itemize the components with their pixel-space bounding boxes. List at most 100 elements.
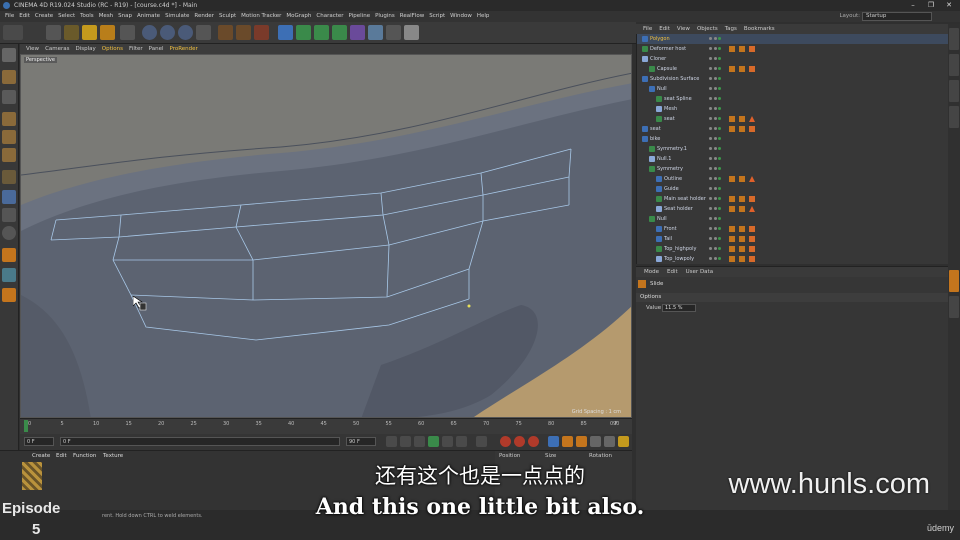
menu-animate[interactable]: Animate <box>137 11 160 22</box>
menu-mesh[interactable]: Mesh <box>99 11 113 22</box>
visibility-flags-icon[interactable] <box>709 156 721 162</box>
tag-icon[interactable] <box>749 256 755 262</box>
tag-icon[interactable] <box>739 206 745 212</box>
rotate-icon[interactable] <box>100 25 115 40</box>
visibility-flags-icon[interactable] <box>709 246 721 252</box>
minimize-icon[interactable]: – <box>904 0 922 11</box>
visibility-flags-icon[interactable] <box>709 116 721 122</box>
object-row[interactable]: Capsule <box>637 64 948 74</box>
menu-character[interactable]: Character <box>316 11 343 22</box>
visibility-flags-icon[interactable] <box>709 86 721 92</box>
close-icon[interactable]: ✕ <box>940 0 958 11</box>
object-row[interactable]: Main seat holder <box>637 194 948 204</box>
play-icon[interactable] <box>428 436 439 447</box>
cube-icon[interactable] <box>278 25 293 40</box>
position-key-icon[interactable] <box>548 436 559 447</box>
object-row[interactable]: Polygon <box>637 34 948 44</box>
tag-icon[interactable] <box>729 196 735 202</box>
subdivision-surface-icon[interactable] <box>314 25 329 40</box>
goto-end-icon[interactable] <box>456 436 467 447</box>
object-row[interactable]: Guide <box>637 184 948 194</box>
x-axis-icon[interactable] <box>142 25 157 40</box>
tweak-mode-icon[interactable] <box>2 190 16 204</box>
tag-icon[interactable] <box>739 126 745 132</box>
object-row[interactable]: seat Spline <box>637 94 948 104</box>
viewport-menu-panel[interactable]: Panel <box>149 44 164 54</box>
material-menu-function[interactable]: Function <box>73 453 96 459</box>
recent-tools-icon[interactable] <box>120 25 135 40</box>
visibility-flags-icon[interactable] <box>709 216 721 222</box>
menu-file[interactable]: File <box>5 11 14 22</box>
visibility-flags-icon[interactable] <box>709 176 721 182</box>
options-tab[interactable]: Options <box>640 294 661 300</box>
visibility-flags-icon[interactable] <box>709 96 721 102</box>
material-menu-texture[interactable]: Texture <box>103 453 123 459</box>
tag-icon[interactable] <box>729 126 735 132</box>
object-row[interactable]: Cloner <box>637 54 948 64</box>
object-menu-file[interactable]: File <box>643 24 652 34</box>
viewport-menu-cameras[interactable]: Cameras <box>45 44 69 54</box>
object-row[interactable]: Symmetry <box>637 164 948 174</box>
menu-edit[interactable]: Edit <box>19 11 30 22</box>
points-mode-icon[interactable] <box>2 112 16 126</box>
keyframe-selection-icon[interactable] <box>528 436 539 447</box>
material-menu-create[interactable]: Create <box>32 453 50 459</box>
tag-icon[interactable] <box>749 116 755 122</box>
object-menu-tags[interactable]: Tags <box>725 24 737 34</box>
polygons-mode-icon[interactable] <box>2 148 16 162</box>
menu-motion-tracker[interactable]: Motion Tracker <box>241 11 281 22</box>
timeline-ruler[interactable]: 0 5 10 15 20 25 30 35 40 45 50 55 60 65 70 75 80 85 90 0 F <box>20 418 632 434</box>
visibility-flags-icon[interactable] <box>709 36 721 42</box>
tag-icon[interactable] <box>729 226 735 232</box>
object-row[interactable]: Null.1 <box>637 154 948 164</box>
takes-tab[interactable] <box>949 54 959 76</box>
tag-icon[interactable] <box>729 46 735 52</box>
object-menu-objects[interactable]: Objects <box>697 24 718 34</box>
object-menu-edit[interactable]: Edit <box>659 24 670 34</box>
rotation-key-icon[interactable] <box>576 436 587 447</box>
tag-icon[interactable] <box>739 46 745 52</box>
menu-plugins[interactable]: Plugins <box>375 11 395 22</box>
axis-mode-icon[interactable] <box>2 170 16 184</box>
next-key-icon[interactable] <box>442 436 453 447</box>
render-view-icon[interactable] <box>218 25 233 40</box>
tag-icon[interactable] <box>749 226 755 232</box>
timeline-window-icon[interactable] <box>618 436 629 447</box>
tag-icon[interactable] <box>729 176 735 182</box>
visibility-flags-icon[interactable] <box>709 196 721 202</box>
visibility-flags-icon[interactable] <box>709 106 721 112</box>
tag-icon[interactable] <box>749 176 755 182</box>
visibility-flags-icon[interactable] <box>709 66 721 72</box>
menu-realflow[interactable]: RealFlow <box>400 11 424 22</box>
object-row[interactable]: seat <box>637 114 948 124</box>
floor-icon[interactable] <box>368 25 383 40</box>
end-frame-field[interactable]: 90 F <box>346 437 376 446</box>
tag-icon[interactable] <box>749 66 755 72</box>
visibility-flags-icon[interactable] <box>709 256 721 262</box>
viewport-menu-display[interactable]: Display <box>76 44 96 54</box>
record-icon[interactable] <box>500 436 511 447</box>
frame-range-slider[interactable]: 0 F <box>60 437 340 446</box>
camera-icon[interactable] <box>386 25 401 40</box>
z-axis-icon[interactable] <box>178 25 193 40</box>
tag-icon[interactable] <box>729 236 735 242</box>
attribute-menu-edit[interactable]: Edit <box>667 267 678 277</box>
undo-icon[interactable] <box>3 25 23 40</box>
tag-icon[interactable] <box>729 66 735 72</box>
tag-icon[interactable] <box>749 206 755 212</box>
viewport-menu-options[interactable]: Options <box>102 44 123 54</box>
menu-select[interactable]: Select <box>58 11 75 22</box>
visibility-flags-icon[interactable] <box>709 206 721 212</box>
prev-key-icon[interactable] <box>400 436 411 447</box>
object-row[interactable]: Tail <box>637 234 948 244</box>
texture-mode-icon[interactable] <box>2 90 16 104</box>
menu-mograph[interactable]: MoGraph <box>286 11 311 22</box>
workplane-icon[interactable] <box>2 226 16 240</box>
tag-icon[interactable] <box>749 126 755 132</box>
parameter-key-icon[interactable] <box>590 436 601 447</box>
tag-icon[interactable] <box>729 246 735 252</box>
menu-pipeline[interactable]: Pipeline <box>349 11 371 22</box>
object-row[interactable]: Top_lowpoly <box>637 254 948 264</box>
viewport-menu-prorender[interactable]: ProRender <box>170 44 198 54</box>
menu-create[interactable]: Create <box>35 11 53 22</box>
